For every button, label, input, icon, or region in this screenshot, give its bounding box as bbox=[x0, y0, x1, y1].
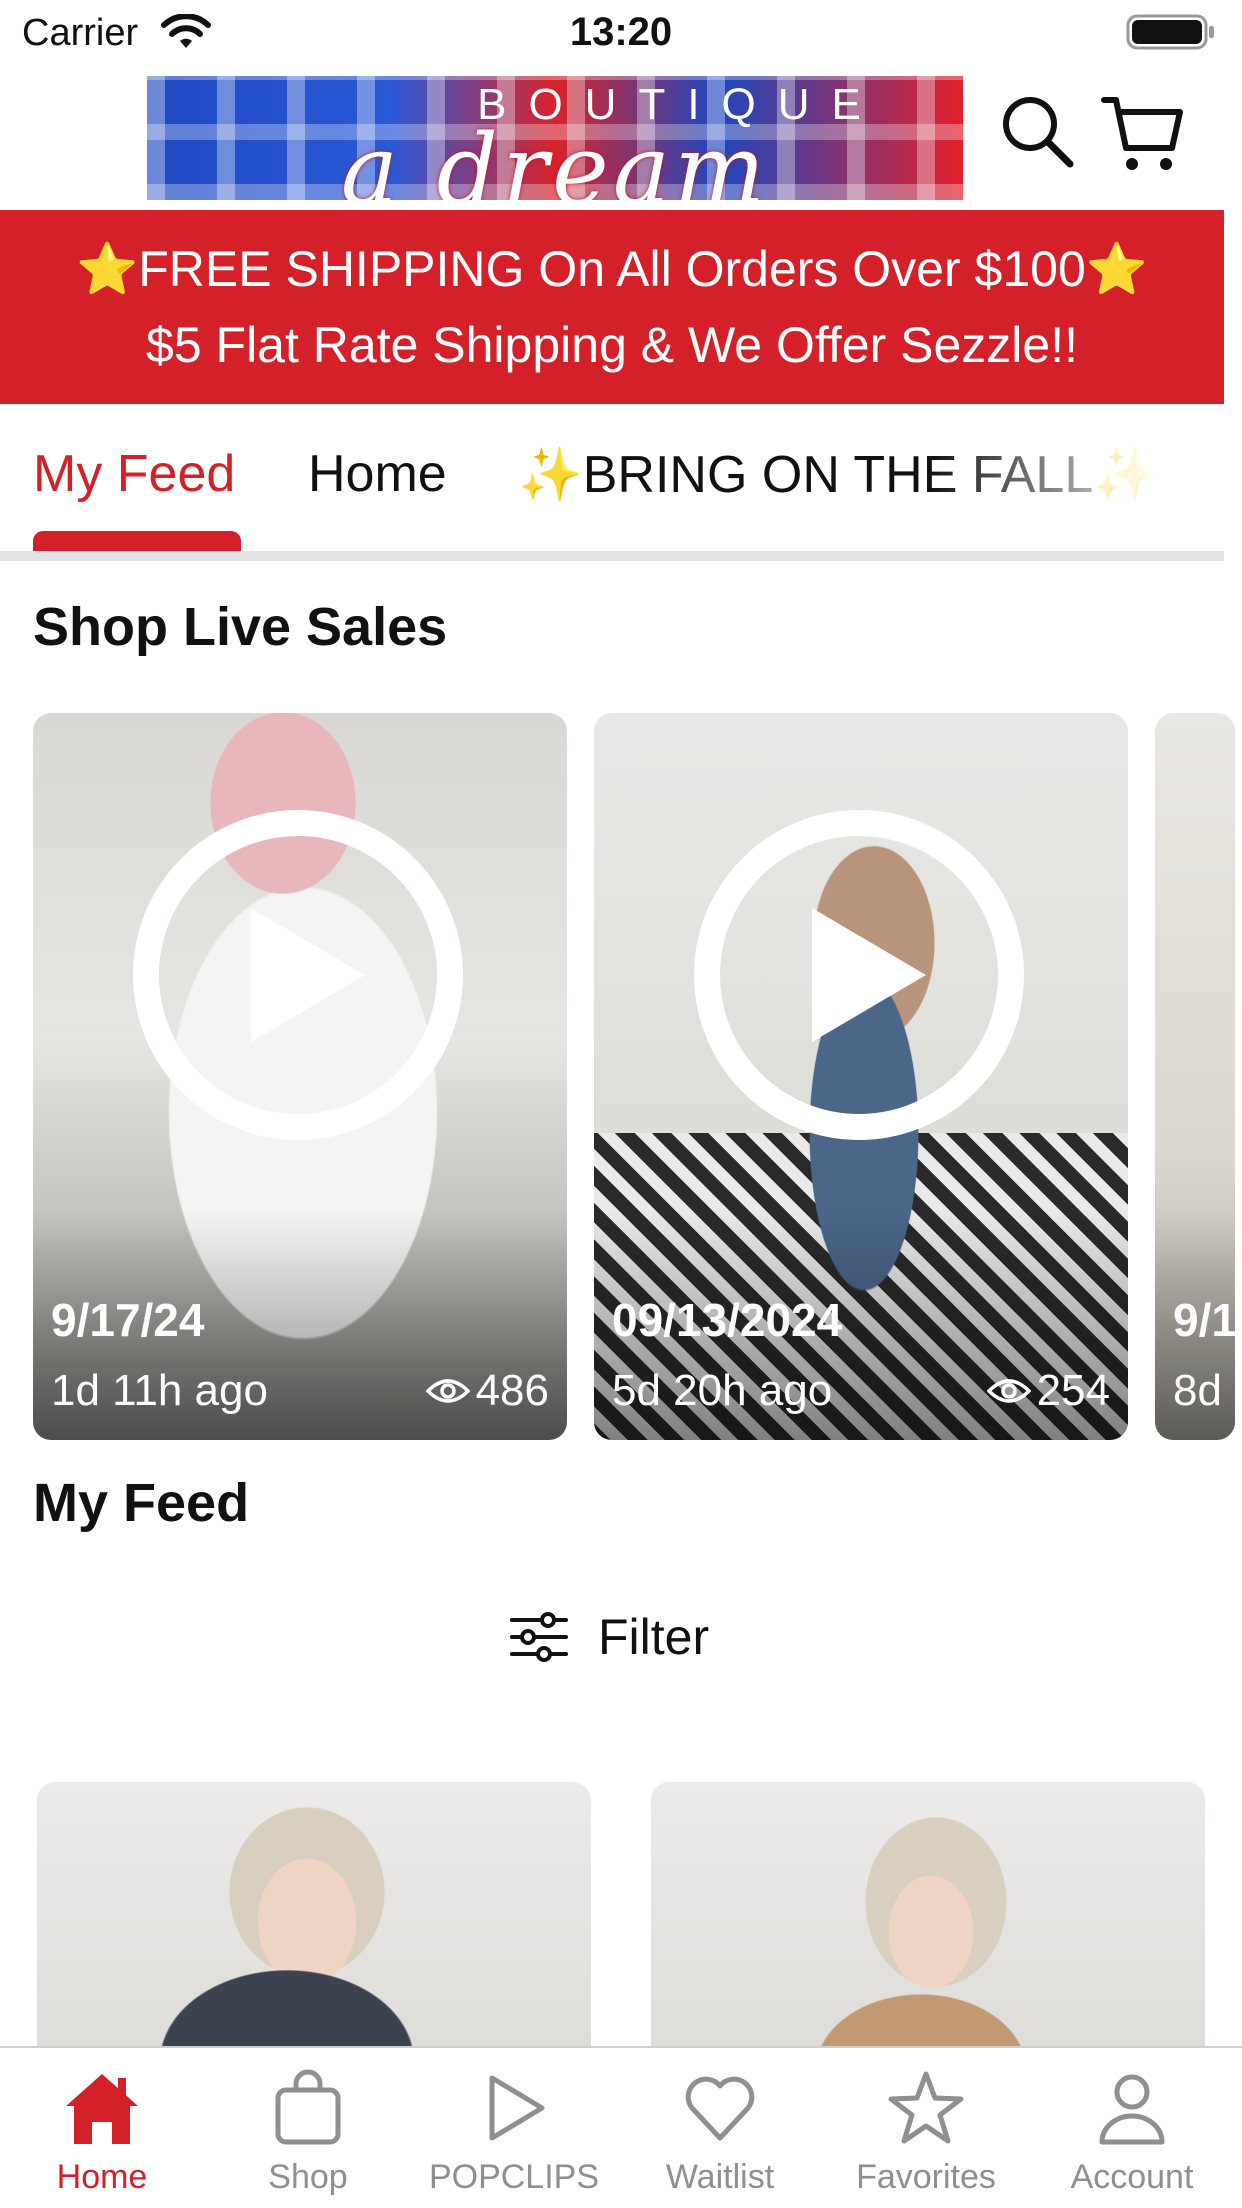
cart-icon bbox=[1101, 97, 1183, 170]
live-sale-date: 9/1 bbox=[1173, 1294, 1235, 1346]
tabbar-home[interactable]: Home bbox=[2, 2048, 202, 2208]
play-icon bbox=[133, 810, 463, 1140]
tabbar-account[interactable]: Account bbox=[1032, 2048, 1232, 2208]
live-sale-card[interactable]: 9/17/24 1d 11h ago 486 bbox=[33, 713, 567, 1440]
tabbar-shop-label: Shop bbox=[268, 2158, 348, 2196]
tabs-fade-overlay bbox=[930, 434, 1224, 524]
sliders-icon bbox=[510, 1612, 568, 1662]
tab-home[interactable]: Home bbox=[308, 444, 447, 504]
my-feed-title: My Feed bbox=[33, 1473, 250, 1533]
filter-label: Filter bbox=[598, 1609, 710, 1665]
live-sale-views: 254 bbox=[986, 1366, 1110, 1416]
status-bar: Carrier 13:20 bbox=[0, 0, 1242, 66]
live-sale-card[interactable]: 9/1 8d bbox=[1155, 713, 1235, 1440]
tabbar-waitlist-label: Waitlist bbox=[665, 2158, 775, 2196]
clock: 13:20 bbox=[569, 10, 673, 54]
feed-product-card[interactable] bbox=[651, 1782, 1205, 2062]
tabbar-account-label: Account bbox=[1070, 2158, 1194, 2196]
eye-icon bbox=[425, 1379, 470, 1403]
cart-button[interactable] bbox=[1100, 92, 1184, 174]
tab-my-feed[interactable]: My Feed bbox=[33, 444, 235, 504]
heart-icon bbox=[685, 2076, 755, 2141]
live-sales-title: Shop Live Sales bbox=[33, 597, 448, 657]
filter-button[interactable]: Filter bbox=[510, 1602, 709, 1672]
live-sale-age: 5d 20h ago bbox=[612, 1366, 833, 1415]
bottom-tab-bar: Home Shop POPCLIPS Waitlist Favorites Ac… bbox=[0, 2046, 1242, 2208]
search-button[interactable] bbox=[1000, 94, 1074, 168]
feed-product-card[interactable] bbox=[37, 1782, 591, 2062]
boutique-logo[interactable]: BOUTIQUE a dream bbox=[147, 76, 963, 200]
tabbar-favorites-label: Favorites bbox=[856, 2158, 996, 2196]
battery-icon bbox=[1126, 14, 1216, 55]
tabbar-favorites[interactable]: Favorites bbox=[826, 2048, 1026, 2208]
tabbar-home-label: Home bbox=[56, 2158, 148, 2196]
app-header: BOUTIQUE a dream bbox=[0, 66, 1242, 210]
tabbar-waitlist[interactable]: Waitlist bbox=[620, 2048, 820, 2208]
person-icon bbox=[1099, 2074, 1165, 2145]
promo-banner[interactable]: ⭐FREE SHIPPING On All Orders Over $100⭐ … bbox=[0, 210, 1224, 404]
live-sale-view-count: 254 bbox=[1036, 1366, 1110, 1415]
live-sale-date: 9/17/24 bbox=[51, 1294, 205, 1346]
promo-flat-rate: $5 Flat Rate Shipping & We Offer Sezzle!… bbox=[146, 317, 1078, 373]
eye-icon bbox=[986, 1379, 1031, 1403]
category-tabs: My Feed Home ✨BRING ON THE FALL✨ bbox=[0, 404, 1224, 562]
star-icon bbox=[888, 2071, 964, 2144]
live-sale-age: 8d bbox=[1173, 1366, 1222, 1415]
tabbar-popclips[interactable]: POPCLIPS bbox=[414, 2048, 614, 2208]
tabs-divider bbox=[0, 551, 1224, 561]
live-sale-age: 1d 11h ago bbox=[51, 1366, 268, 1415]
live-sale-view-count: 486 bbox=[475, 1366, 549, 1415]
active-tab-indicator bbox=[33, 531, 241, 551]
play-icon bbox=[694, 810, 1024, 1140]
search-icon bbox=[1003, 97, 1074, 168]
live-sale-card[interactable]: 09/13/2024 5d 20h ago 254 bbox=[594, 713, 1128, 1440]
promo-free-shipping: ⭐FREE SHIPPING On All Orders Over $100⭐ bbox=[75, 241, 1149, 297]
live-sale-views: 486 bbox=[425, 1366, 549, 1416]
live-sale-date: 09/13/2024 bbox=[612, 1294, 843, 1346]
tabbar-shop[interactable]: Shop bbox=[208, 2048, 408, 2208]
tabbar-popclips-label: POPCLIPS bbox=[428, 2158, 600, 2196]
home-icon bbox=[66, 2074, 138, 2144]
shopping-bag-icon bbox=[275, 2069, 341, 2145]
logo-script-text: a dream bbox=[340, 114, 770, 200]
play-outline-icon bbox=[489, 2075, 545, 2141]
